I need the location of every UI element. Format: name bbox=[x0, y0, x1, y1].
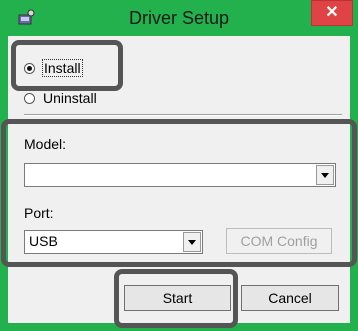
model-select[interactable] bbox=[24, 163, 336, 187]
close-icon: ✕ bbox=[325, 4, 339, 21]
separator bbox=[24, 114, 342, 116]
uninstall-label: Uninstall bbox=[43, 90, 97, 106]
title-bar: Driver Setup ✕ bbox=[0, 0, 358, 36]
radio-unchecked-icon bbox=[24, 92, 35, 104]
model-label: Model: bbox=[24, 136, 67, 152]
install-radio[interactable]: Install bbox=[24, 59, 83, 77]
radio-checked-icon bbox=[24, 62, 35, 74]
install-label: Install bbox=[42, 59, 83, 77]
com-config-button[interactable]: COM Config bbox=[226, 228, 332, 254]
chevron-down-icon[interactable] bbox=[183, 232, 201, 252]
dialog-body: Install Uninstall Model: Port: USB COM C… bbox=[8, 36, 350, 323]
port-value: USB bbox=[29, 233, 58, 249]
window-title: Driver Setup bbox=[128, 8, 230, 28]
uninstall-radio[interactable]: Uninstall bbox=[24, 90, 97, 106]
port-label: Port: bbox=[24, 205, 54, 221]
start-button[interactable]: Start bbox=[124, 285, 231, 311]
close-button[interactable]: ✕ bbox=[311, 0, 353, 26]
port-select[interactable]: USB bbox=[24, 230, 203, 254]
cancel-button[interactable]: Cancel bbox=[241, 285, 339, 311]
driver-setup-window: Driver Setup ✕ Install Uninstall Model: … bbox=[0, 0, 358, 331]
chevron-down-icon[interactable] bbox=[316, 165, 334, 185]
